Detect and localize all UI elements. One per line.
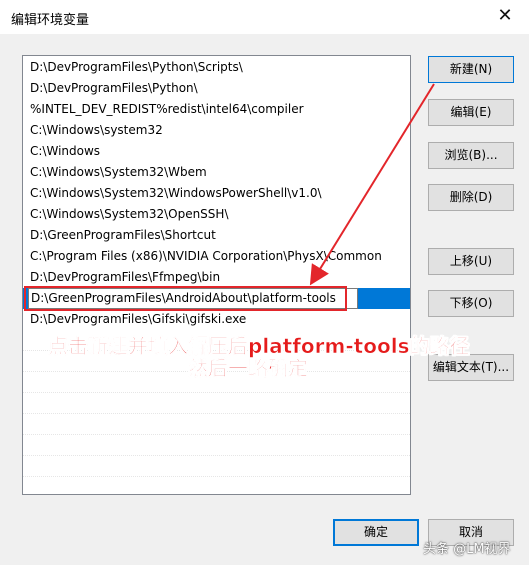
- watermark: 头条 @LM视界: [423, 542, 511, 557]
- arrow-icon: [309, 83, 435, 286]
- annotation-text-2: 然后一路确定: [188, 356, 309, 381]
